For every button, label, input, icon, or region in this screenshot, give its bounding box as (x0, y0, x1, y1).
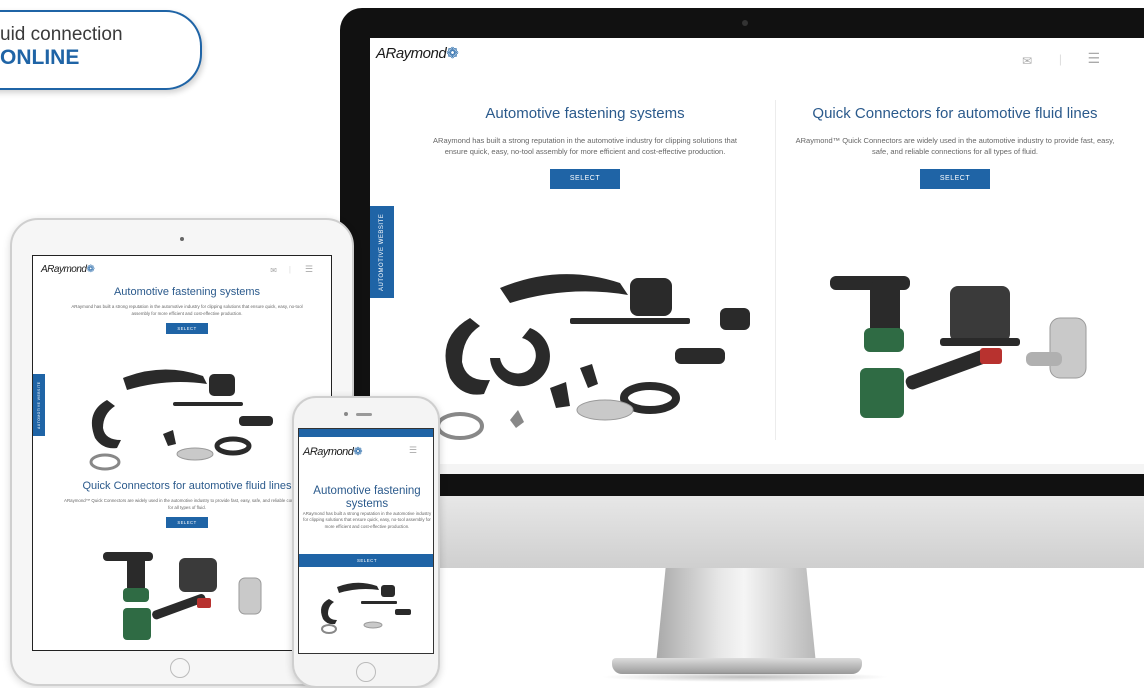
hamburger-menu-icon[interactable]: ☰ (1087, 50, 1100, 67)
tablet-home-button (170, 658, 190, 678)
quick-connectors-image (830, 276, 1087, 418)
quick-connectors-section: Quick Connectors for automotive fluid li… (63, 480, 311, 529)
automotive-website-side-tab[interactable]: AUTOMOTIVE WEBSITE (370, 206, 394, 298)
araymond-logo[interactable]: ARaymond❁ (303, 445, 363, 458)
connectors-title: Quick Connectors for automotive fluid li… (82, 480, 292, 492)
monitor-camera (742, 20, 748, 26)
phone-screen: ARaymond❁ ☰ Automotive fastening systems… (298, 428, 434, 654)
araymond-logo[interactable]: ARaymond❁ (376, 44, 459, 62)
column-divider (775, 100, 776, 440)
araymond-logo-icon: ❁ (446, 45, 459, 62)
quick-connectors-section: Quick Connectors for automotive fluid li… (795, 104, 1115, 189)
hamburger-menu-icon[interactable]: ☰ (409, 445, 417, 456)
site-header: ARaymond❁ ✉ | ☰ (370, 38, 1144, 74)
badge-line-2: ONLINE (0, 46, 80, 69)
monitor-chin (340, 496, 1144, 568)
connectors-select-button[interactable]: SELECT (166, 517, 208, 529)
logo-text: ARaymond (41, 264, 87, 275)
phone-camera (344, 412, 348, 416)
desktop-screen: ARaymond❁ ✉ | ☰ AUTOMOTIVE WEBSITE Autom… (370, 38, 1144, 474)
araymond-logo[interactable]: ARaymond❁ (41, 264, 95, 275)
araymond-logo-icon: ❁ (86, 264, 95, 275)
phone-speaker (356, 413, 372, 416)
monitor-shadow (600, 672, 890, 682)
fastening-products-image (321, 582, 411, 634)
tablet-camera (180, 237, 184, 241)
badge-line-1: uid connection (0, 24, 123, 45)
monitor-stand-neck (656, 568, 816, 664)
connectors-description: ARaymond™ Quick Connectors are widely us… (64, 498, 310, 510)
mail-icon[interactable]: ✉ (1022, 54, 1032, 68)
fastening-description: ARaymond has built a strong reputation i… (433, 136, 737, 156)
phone-home-button (356, 662, 376, 682)
screen-bottom-strip (370, 464, 1144, 474)
fluid-connection-online-badge: uid connection ONLINE (0, 10, 202, 90)
header-separator: | (1058, 52, 1062, 66)
fastening-select-button[interactable]: SELECT (299, 554, 433, 567)
connectors-select-button[interactable]: SELECT (920, 169, 990, 189)
automotive-website-side-tab[interactable]: AUTOMOTIVE WEBSITE (33, 374, 45, 436)
connectors-title: Quick Connectors for automotive fluid li… (812, 105, 1098, 122)
fastening-select-button[interactable]: SELECT (166, 323, 208, 335)
hamburger-menu-icon[interactable]: ☰ (305, 264, 313, 275)
fastening-title: Automotive fastening systems (313, 485, 421, 510)
fastening-description: ARaymond has built a strong reputation i… (302, 511, 432, 529)
logo-text: ARaymond (303, 446, 354, 458)
fastening-title: Automotive fastening systems (485, 105, 685, 122)
header-separator: | (288, 265, 291, 274)
araymond-logo-icon: ❁ (353, 446, 363, 458)
fastening-select-button[interactable]: SELECT (550, 169, 620, 189)
logo-text: ARaymond (376, 45, 447, 62)
phone-top-bar (299, 429, 433, 437)
fastening-systems-section: Automotive fastening systems ARaymond ha… (430, 104, 740, 189)
fastening-description: ARaymond has built a strong reputation i… (71, 304, 303, 316)
connectors-description: ARaymond™ Quick Connectors are widely us… (795, 136, 1115, 156)
fastening-products-image (89, 369, 273, 471)
tablet-screen: ARaymond❁ ✉ | ☰ AUTOMOTIVE WEBSITE Autom… (32, 255, 332, 651)
fastening-products-image (436, 274, 750, 440)
fastening-title: Automotive fastening systems (113, 286, 261, 298)
quick-connectors-image (103, 552, 262, 640)
fastening-systems-section: Automotive fastening systems ARaymond ha… (63, 286, 311, 335)
mail-icon[interactable]: ✉ (270, 266, 277, 275)
